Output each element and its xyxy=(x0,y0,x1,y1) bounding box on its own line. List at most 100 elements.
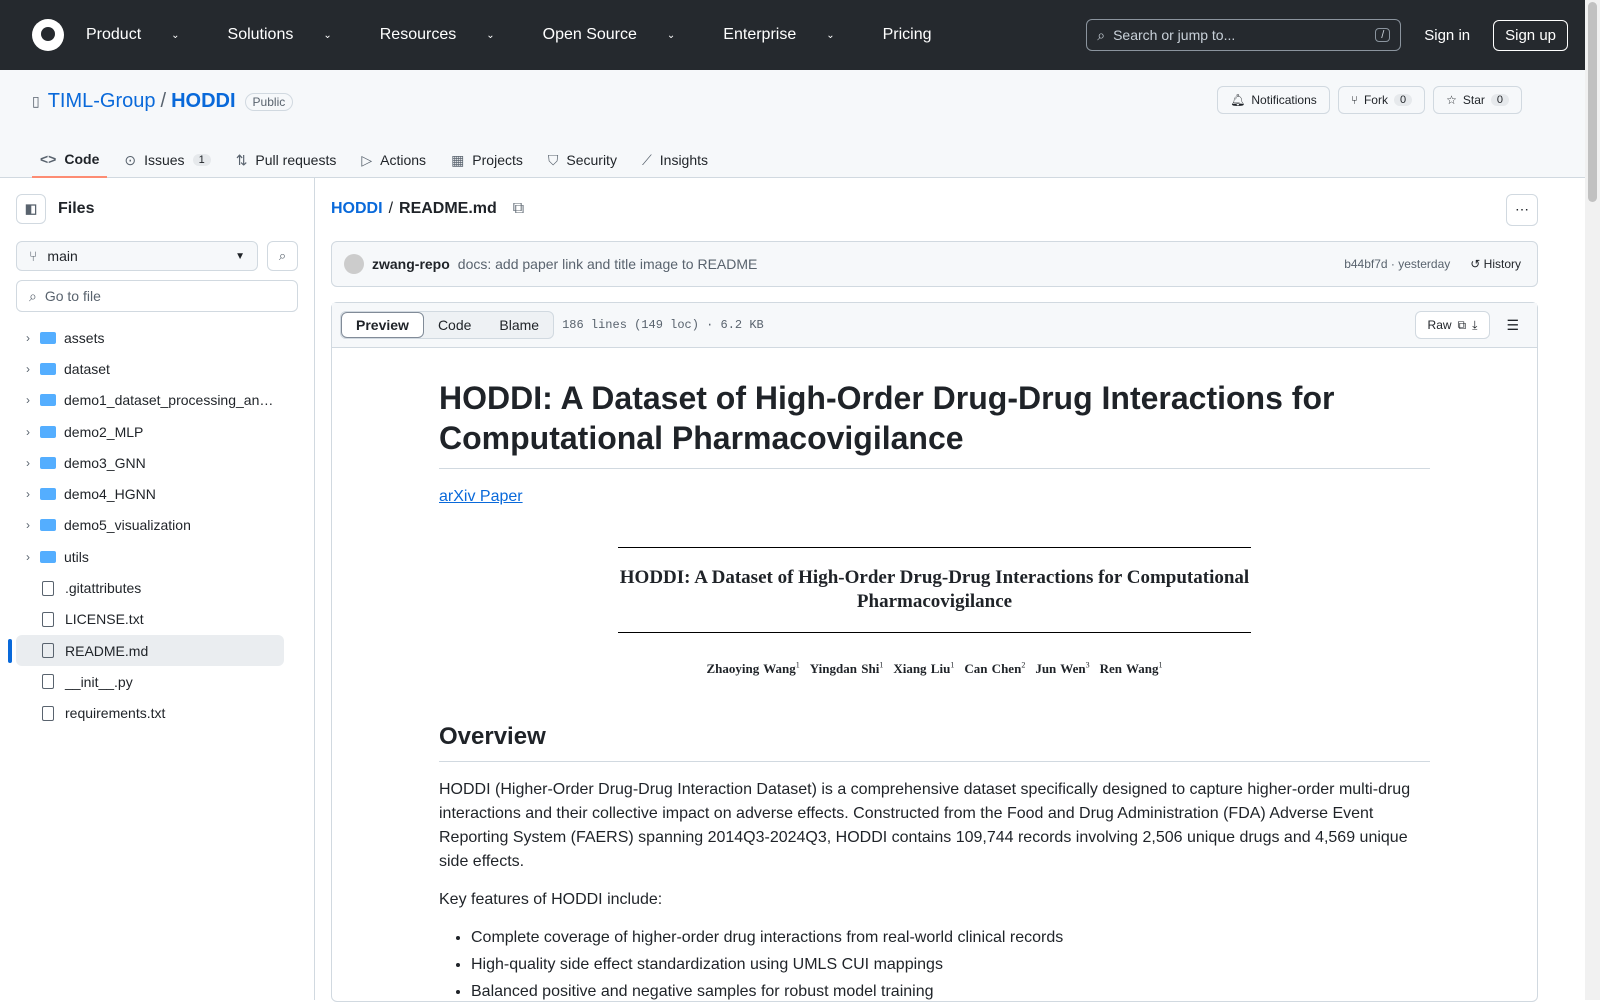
go-to-file-input[interactable]: ⌕ Go to file xyxy=(16,280,298,312)
chevron-right-icon[interactable]: › xyxy=(16,456,40,470)
branch-icon: ⑂ xyxy=(29,248,38,264)
copy-icon: ⧉ xyxy=(1457,317,1467,332)
pr-icon: ⇅ xyxy=(235,151,248,168)
commit-hash[interactable]: b44bf7d · yesterday xyxy=(1344,257,1450,271)
tree-item[interactable]: requirements.txt xyxy=(16,698,284,729)
view-blame[interactable]: Blame xyxy=(485,312,553,338)
chevron-right-icon[interactable]: › xyxy=(16,331,40,345)
chevron-right-icon[interactable]: › xyxy=(16,362,40,376)
tree-item[interactable]: › demo1_dataset_processing_an… xyxy=(16,385,284,416)
search-files-button[interactable]: ⌕ xyxy=(267,241,298,271)
tree-item[interactable]: .gitattributes xyxy=(16,572,284,603)
shield-icon: ⛉ xyxy=(547,151,559,168)
chevron-right-icon[interactable]: › xyxy=(16,518,40,532)
table-icon: ▦ xyxy=(451,151,465,168)
history-button[interactable]: ↺ History xyxy=(1470,257,1521,271)
tab-label: Code xyxy=(64,151,100,167)
collapse-sidebar-icon[interactable]: ◧ xyxy=(16,194,46,224)
arxiv-link[interactable]: arXiv Paper xyxy=(439,488,523,505)
nav-resources[interactable]: Resources ⌄ xyxy=(380,26,519,44)
tab-code[interactable]: <> Code xyxy=(32,142,108,178)
chevron-down-icon: ⌄ xyxy=(486,29,495,41)
repo-icon: ▯ xyxy=(32,93,40,109)
tree-item-label: __init__.py xyxy=(65,673,133,690)
search-icon: ⌕ xyxy=(29,287,37,304)
tab-projects[interactable]: ▦ Projects xyxy=(443,142,531,178)
branch-selector[interactable]: ⑂ main ▼ xyxy=(16,241,258,271)
tab-label: Issues xyxy=(144,152,185,168)
tree-item[interactable]: › dataset xyxy=(16,353,284,384)
file-icon xyxy=(42,705,54,721)
nav-product[interactable]: Product ⌄ xyxy=(86,26,204,44)
commit-author[interactable]: zwang-repo xyxy=(372,256,450,272)
author: Jun Wen3 xyxy=(1035,661,1089,676)
sign-up-button[interactable]: Sign up xyxy=(1493,19,1568,51)
tree-item[interactable]: › demo5_visualization xyxy=(16,510,284,541)
repo-header: ▯ TIML-Group / HODDI Public 🔔︎ Notifications … xyxy=(0,70,1600,178)
author-affiliation: 1 xyxy=(950,660,955,670)
nav-enterprise[interactable]: Enterprise ⌄ xyxy=(723,26,858,44)
tree-item[interactable]: › demo2_MLP xyxy=(16,416,284,447)
avatar xyxy=(344,254,364,274)
tree-item-label: demo2_MLP xyxy=(64,423,144,440)
tree-item[interactable]: › utils xyxy=(16,541,284,572)
notifications-button[interactable]: 🔔︎ Notifications xyxy=(1217,86,1330,114)
github-logo-icon[interactable] xyxy=(32,19,64,51)
view-preview[interactable]: Preview xyxy=(341,312,424,338)
tree-item-label: demo3_GNN xyxy=(64,454,146,471)
nav-label: Enterprise xyxy=(723,26,797,43)
star-button[interactable]: ☆ Star 0 xyxy=(1433,86,1522,114)
feature-list: Complete coverage of higher-order drug i… xyxy=(439,926,1430,1004)
features-intro: Key features of HODDI include: xyxy=(439,890,663,908)
more-options-button[interactable]: ⋯ xyxy=(1506,194,1538,226)
tab-actions[interactable]: ▷ Actions xyxy=(353,142,434,178)
copy-path-icon[interactable]: ⧉ xyxy=(513,200,524,218)
readme-title: HODDI: A Dataset of High-Order Drug-Drug… xyxy=(439,378,1430,469)
scrollbar[interactable] xyxy=(1585,0,1600,1000)
view-code[interactable]: Code xyxy=(424,312,485,338)
nav-solutions[interactable]: Solutions ⌄ xyxy=(228,26,356,44)
file-icon xyxy=(42,611,54,627)
nav-label: Product xyxy=(86,26,142,43)
feature-item: Complete coverage of higher-order drug i… xyxy=(471,926,1430,950)
tree-item[interactable]: › demo4_HGNN xyxy=(16,478,284,509)
search-input[interactable]: ⌕ Search or jump to... / xyxy=(1086,19,1402,51)
owner-link[interactable]: TIML-Group xyxy=(48,90,156,113)
nav-pricing[interactable]: Pricing xyxy=(883,26,956,44)
chevron-down-icon: ⌄ xyxy=(171,29,180,41)
repo-link[interactable]: HODDI xyxy=(171,90,235,113)
author-affiliation: 1 xyxy=(879,660,884,670)
feature-item: High-quality side effect standardization… xyxy=(471,953,1430,977)
tab-label: Pull requests xyxy=(255,152,337,168)
chevron-right-icon[interactable]: › xyxy=(16,425,40,439)
commit-message[interactable]: docs: add paper link and title image to … xyxy=(458,256,758,272)
chevron-down-icon: ⌄ xyxy=(826,29,835,41)
author-affiliation: 1 xyxy=(795,660,800,670)
tree-item-label: LICENSE.txt xyxy=(65,611,144,628)
tree-item[interactable]: › assets xyxy=(16,322,284,353)
tab-security[interactable]: ⛉ Security xyxy=(540,142,625,178)
tree-item-label: README.md xyxy=(65,642,149,659)
tree-item[interactable]: › demo3_GNN xyxy=(16,447,284,478)
outline-icon[interactable]: ☰ xyxy=(1496,317,1529,334)
tree-item[interactable]: LICENSE.txt xyxy=(16,604,284,635)
breadcrumb-repo-link[interactable]: HODDI xyxy=(331,200,383,218)
tree-item-label: dataset xyxy=(64,360,110,377)
nav-open-source[interactable]: Open Source ⌄ xyxy=(543,26,700,44)
tree-item[interactable]: README.md xyxy=(8,634,284,667)
raw-button[interactable]: Raw ⧉ ⤓ xyxy=(1414,311,1491,339)
folder-icon xyxy=(40,425,56,438)
author-name: Xiang Liu xyxy=(893,661,951,676)
chevron-right-icon[interactable]: › xyxy=(16,393,40,407)
chevron-right-icon[interactable]: › xyxy=(16,487,40,501)
folder-icon xyxy=(40,394,56,407)
sign-in-link[interactable]: Sign in xyxy=(1424,27,1470,44)
tab-insights[interactable]: ⟋ Insights xyxy=(634,142,716,178)
tab-pull-requests[interactable]: ⇅ Pull requests xyxy=(228,142,345,178)
tab-issues[interactable]: ⊙ Issues 1 xyxy=(116,142,218,178)
fork-button[interactable]: ⑂ Fork 0 xyxy=(1337,86,1426,114)
chevron-down-icon: ⌄ xyxy=(323,29,332,41)
chevron-right-icon[interactable]: › xyxy=(16,550,40,564)
tree-item[interactable]: __init__.py xyxy=(16,666,284,697)
author: Ren Wang1 xyxy=(1100,661,1163,676)
